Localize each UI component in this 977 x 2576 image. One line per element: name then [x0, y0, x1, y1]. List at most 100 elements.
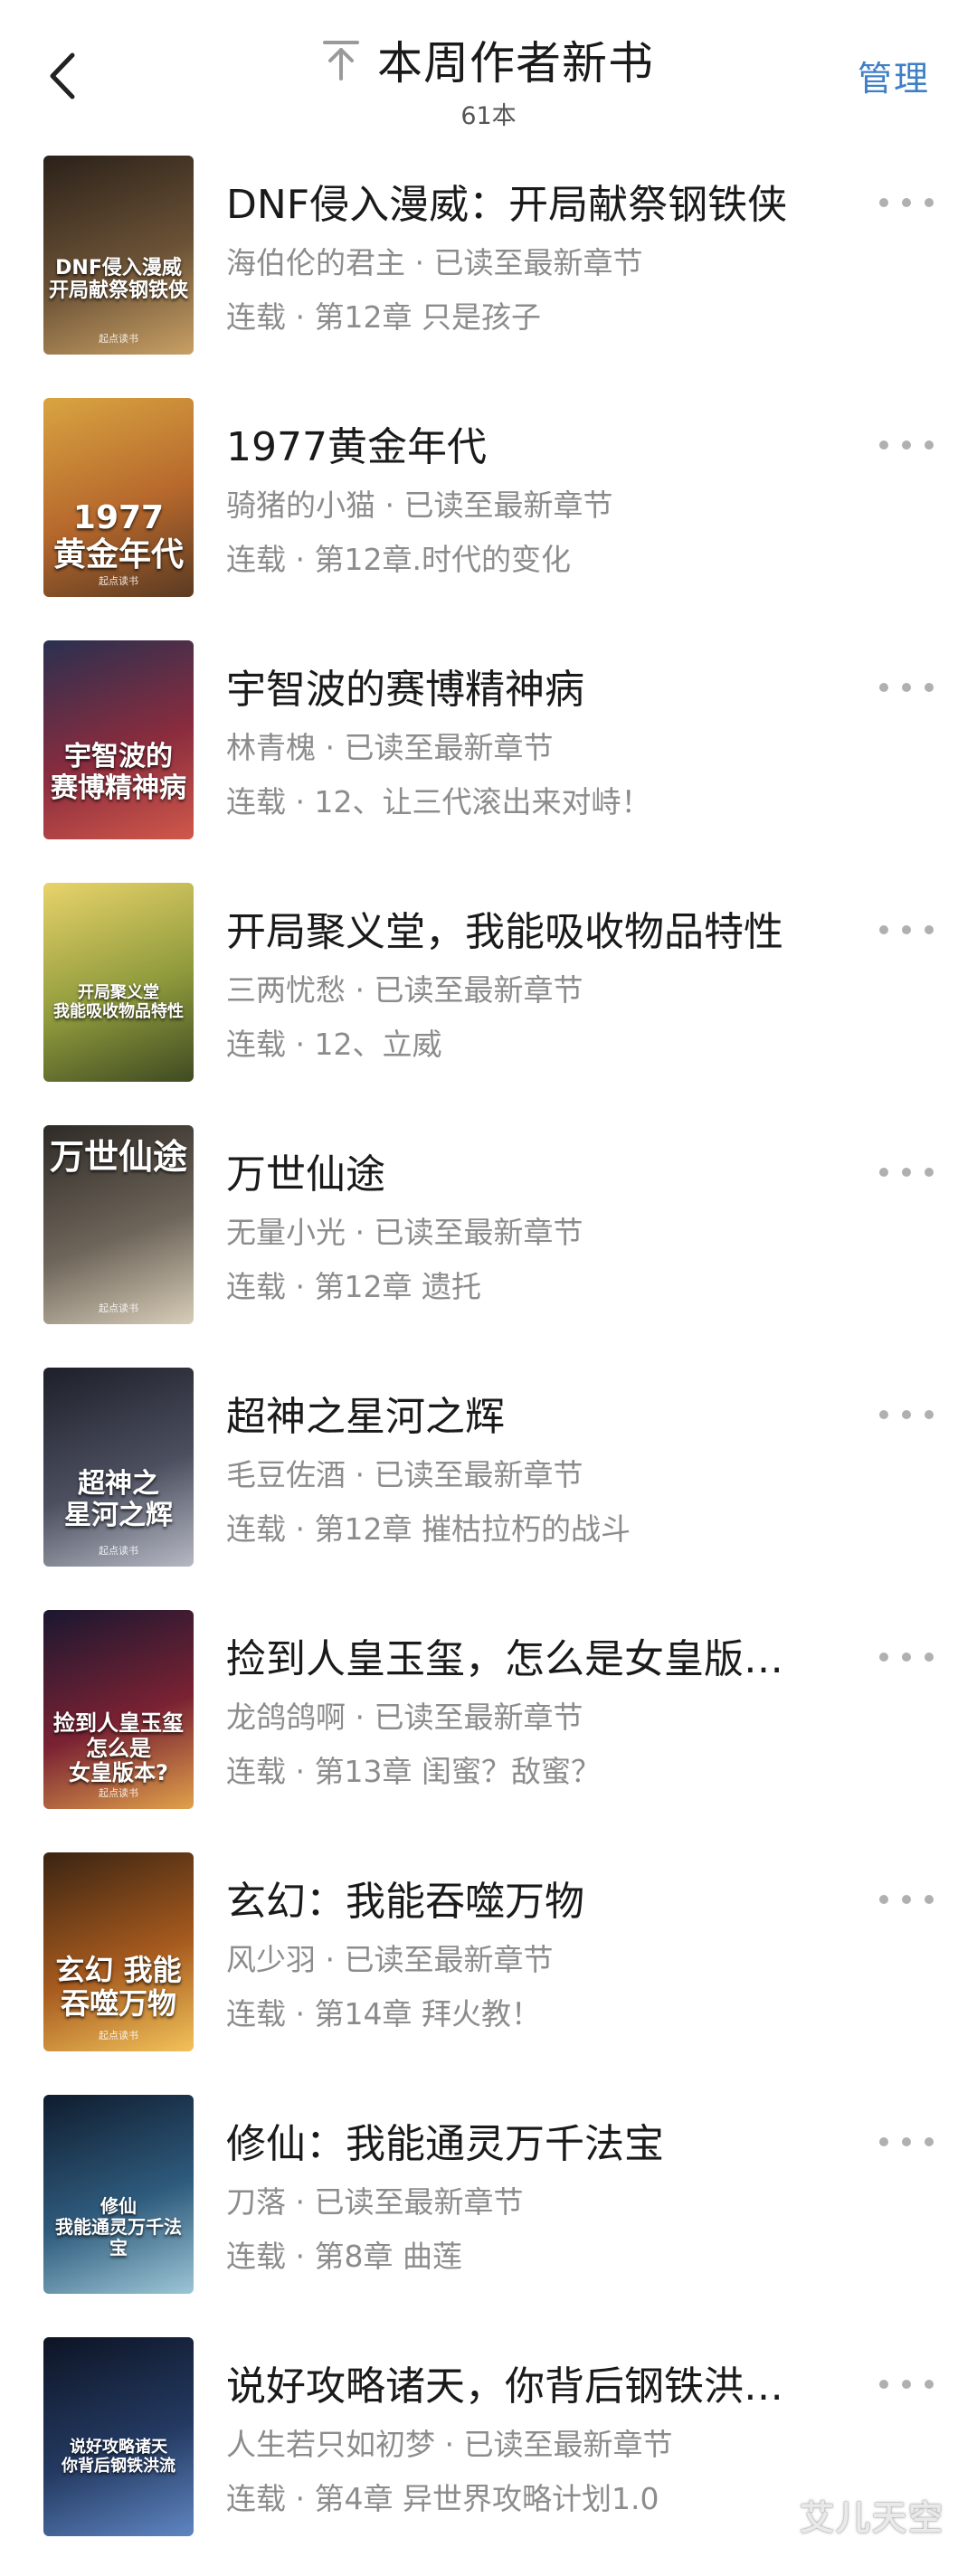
book-latest-chapter: 连载 · 第12章 只是孩子: [226, 293, 541, 336]
book-list-item[interactable]: 修仙 我能通灵万千法宝 修仙：我能通灵万千法宝 刀落 · 已读至最新章节 连载 …: [0, 2095, 977, 2337]
dot: [879, 198, 888, 207]
separator-dot: ·: [346, 1215, 375, 1250]
book-cover[interactable]: 玄幻 我能 吞噬万物 起点读书: [43, 1852, 194, 2051]
more-horizontal-icon[interactable]: [879, 1406, 934, 1424]
more-horizontal-icon[interactable]: [879, 921, 934, 939]
book-author: 龙鸽鸽啊: [226, 1700, 346, 1735]
separator-dot: ·: [286, 542, 315, 577]
book-author: 林青槐: [226, 730, 316, 765]
book-author: 刀落: [226, 2184, 286, 2220]
book-author: 风少羽: [226, 1942, 316, 1977]
chapter-title: 第8章 曲莲: [314, 2239, 462, 2274]
cover-title-art: DNF侵入漫威 开局献祭钢铁侠: [48, 257, 188, 303]
book-author-status: 林青槐 · 已读至最新章节: [226, 724, 553, 767]
book-cover[interactable]: 万世仙途 起点读书: [43, 1125, 194, 1324]
chapter-title: 第12章 只是孩子: [314, 299, 541, 335]
separator-dot: ·: [405, 245, 434, 280]
separator-dot: ·: [375, 488, 404, 523]
book-title: 修仙：我能通灵万千法宝: [226, 2121, 664, 2167]
dot: [902, 683, 911, 692]
book-author: 骑猪的小猫: [226, 488, 375, 523]
book-cover[interactable]: 1977 黄金年代 起点读书: [43, 398, 194, 597]
pin-to-top-icon[interactable]: [323, 39, 359, 80]
separator-dot: ·: [286, 1754, 315, 1789]
manage-button[interactable]: 管理: [858, 51, 930, 100]
serial-status: 连载: [226, 542, 286, 577]
book-list-item[interactable]: 超神之 星河之辉 起点读书 超神之星河之辉 毛豆佐酒 · 已读至最新章节 连载 …: [0, 1368, 977, 1610]
book-title: 万世仙途: [226, 1151, 385, 1198]
more-horizontal-icon[interactable]: [879, 2133, 934, 2151]
cover-title-art: 超神之 星河之辉: [64, 1468, 173, 1531]
more-horizontal-icon[interactable]: [879, 678, 934, 696]
book-latest-chapter: 连载 · 12、让三代滚出来对峙！: [226, 778, 650, 821]
book-latest-chapter: 连载 · 12、立威: [226, 1020, 441, 1064]
more-horizontal-icon[interactable]: [879, 1890, 934, 1908]
dot: [902, 440, 911, 450]
serial-status: 连载: [226, 784, 286, 819]
book-list-item[interactable]: 说好攻略诸天 你背后钢铁洪流 说好攻略诸天，你背后钢铁洪… 人生若只如初梦 · …: [0, 2337, 977, 2576]
more-horizontal-icon[interactable]: [879, 1648, 934, 1666]
cover-title-art: 万世仙途: [49, 1137, 187, 1177]
book-cover[interactable]: 开局聚义堂 我能吸收物品特性: [43, 883, 194, 1082]
dot: [902, 1168, 911, 1177]
book-title: 开局聚义堂，我能吸收物品特性: [226, 909, 783, 955]
separator-dot: ·: [286, 1511, 315, 1547]
serial-status: 连载: [226, 1269, 286, 1304]
cover-title-art: 说好攻略诸天 你背后钢铁洪流: [62, 2438, 175, 2476]
read-status: 已读至最新章节: [374, 972, 583, 1008]
page-title: 本周作者新书: [377, 37, 654, 90]
cover-title-art: 宇智波的 赛博精神病: [51, 741, 186, 804]
book-author-status: 无量小光 · 已读至最新章节: [226, 1208, 583, 1252]
book-list-item[interactable]: 玄幻 我能 吞噬万物 起点读书 玄幻：我能吞噬万物 风少羽 · 已读至最新章节 …: [0, 1852, 977, 2095]
separator-dot: ·: [286, 1269, 315, 1304]
dot: [925, 2380, 934, 2389]
separator-dot: ·: [316, 1942, 345, 1977]
serial-status: 连载: [226, 1511, 286, 1547]
book-title: 1977黄金年代: [226, 424, 487, 470]
read-status: 已读至最新章节: [463, 2427, 673, 2462]
more-horizontal-icon[interactable]: [879, 1163, 934, 1181]
book-cover[interactable]: 宇智波的 赛博精神病: [43, 640, 194, 839]
dot: [879, 1410, 888, 1419]
chapter-title: 第12章.时代的变化: [314, 542, 571, 577]
book-cover[interactable]: 捡到人皇玉玺 怎么是 女皇版本? 起点读书: [43, 1610, 194, 1809]
cover-publisher-mark: 起点读书: [99, 333, 138, 345]
more-horizontal-icon[interactable]: [879, 194, 934, 212]
book-cover[interactable]: 修仙 我能通灵万千法宝: [43, 2095, 194, 2294]
dot: [902, 2380, 911, 2389]
book-list-item[interactable]: 宇智波的 赛博精神病 宇智波的赛博精神病 林青槐 · 已读至最新章节 连载 · …: [0, 640, 977, 883]
serial-status: 连载: [226, 1027, 286, 1062]
read-status: 已读至最新章节: [314, 2184, 524, 2220]
dot: [925, 198, 934, 207]
cover-publisher-mark: 起点读书: [99, 1787, 138, 1799]
separator-dot: ·: [316, 730, 345, 765]
more-horizontal-icon[interactable]: [879, 436, 934, 454]
separator-dot: ·: [286, 1027, 315, 1062]
more-horizontal-icon[interactable]: [879, 2375, 934, 2393]
chapter-title: 第12章 摧枯拉朽的战斗: [314, 1511, 631, 1547]
separator-dot: ·: [346, 1700, 375, 1735]
read-status: 已读至最新章节: [374, 1700, 583, 1735]
watermark: 艾儿天空: [799, 2498, 944, 2538]
cover-publisher-mark: 起点读书: [99, 2030, 138, 2041]
book-title: DNF侵入漫威：开局献祭钢铁侠: [226, 182, 788, 228]
dot: [925, 683, 934, 692]
book-latest-chapter: 连载 · 第12章.时代的变化: [226, 535, 571, 579]
book-cover[interactable]: 超神之 星河之辉 起点读书: [43, 1368, 194, 1567]
book-author: 海伯伦的君主: [226, 245, 405, 280]
book-list-item[interactable]: 捡到人皇玉玺 怎么是 女皇版本? 起点读书 捡到人皇玉玺，怎么是女皇版… 龙鸽鸽…: [0, 1610, 977, 1852]
book-cover[interactable]: 说好攻略诸天 你背后钢铁洪流: [43, 2337, 194, 2536]
book-title: 超神之星河之辉: [226, 1394, 505, 1440]
cover-title-art: 玄幻 我能 吞噬万物: [55, 1953, 182, 2021]
book-list-item[interactable]: DNF侵入漫威 开局献祭钢铁侠 起点读书 DNF侵入漫威：开局献祭钢铁侠 海伯伦…: [0, 156, 977, 398]
book-cover[interactable]: DNF侵入漫威 开局献祭钢铁侠 起点读书: [43, 156, 194, 355]
book-latest-chapter: 连载 · 第8章 曲莲: [226, 2232, 462, 2276]
read-status: 已读至最新章节: [403, 488, 613, 523]
cover-title-art: 开局聚义堂 我能吸收物品特性: [53, 983, 184, 1021]
book-list-item[interactable]: 开局聚义堂 我能吸收物品特性 开局聚义堂，我能吸收物品特性 三两忧愁 · 已读至…: [0, 883, 977, 1125]
book-list-item[interactable]: 1977 黄金年代 起点读书 1977黄金年代 骑猪的小猫 · 已读至最新章节 …: [0, 398, 977, 640]
book-list-item[interactable]: 万世仙途 起点读书 万世仙途 无量小光 · 已读至最新章节 连载 · 第12章 …: [0, 1125, 977, 1368]
book-author: 人生若只如初梦: [226, 2427, 435, 2462]
book-author-status: 龙鸽鸽啊 · 已读至最新章节: [226, 1693, 583, 1737]
book-title: 宇智波的赛博精神病: [226, 667, 584, 713]
